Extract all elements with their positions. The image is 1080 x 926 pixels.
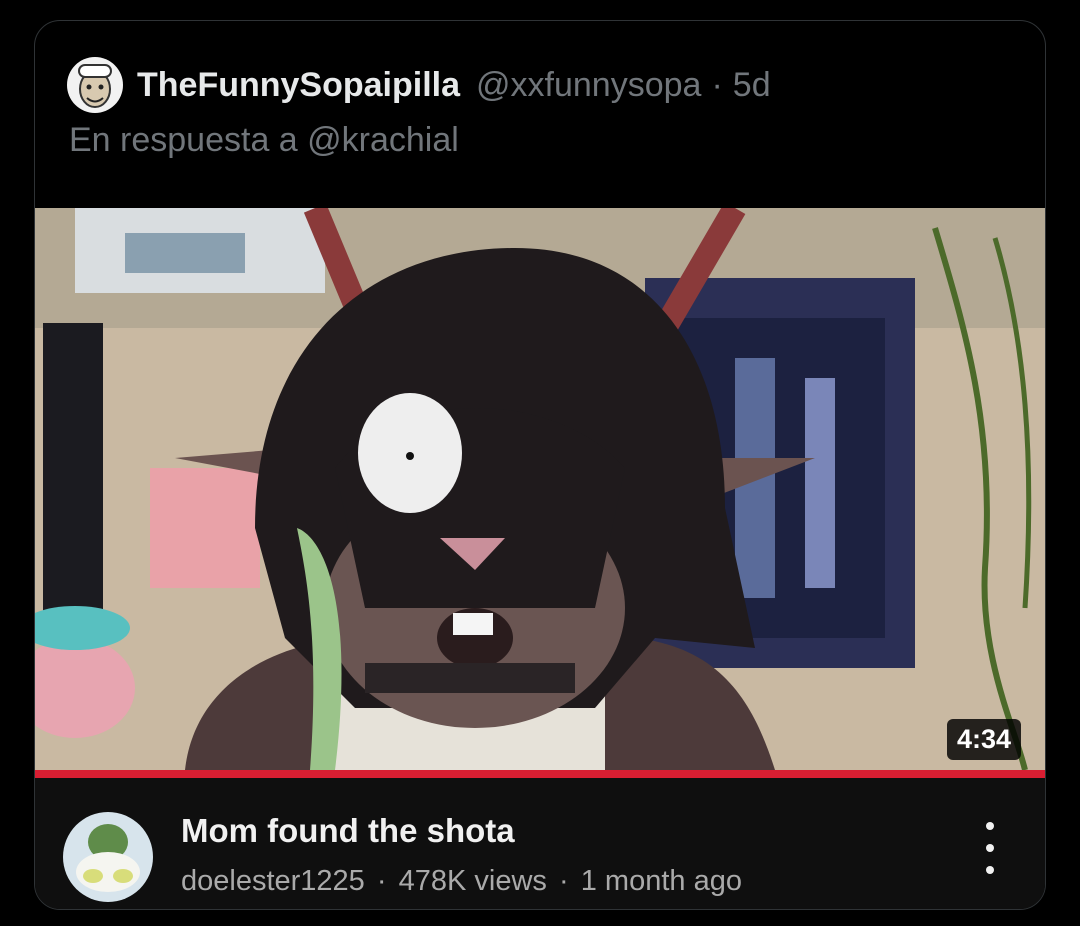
- author-avatar[interactable]: [67, 57, 123, 113]
- reply-context: En respuesta a @krachial: [69, 121, 459, 160]
- posted-time: 1 month ago: [580, 865, 742, 897]
- meta-separator: ·: [559, 865, 569, 897]
- channel-avatar[interactable]: [63, 812, 153, 902]
- tweet-age[interactable]: 5d: [733, 66, 771, 105]
- video-meta: doelester1225 · 478K views · 1 month ago: [181, 865, 746, 898]
- reply-prefix: En respuesta a: [69, 121, 298, 159]
- author-display-name[interactable]: TheFunnySopaipilla: [137, 66, 460, 105]
- tweet-card[interactable]: TheFunnySopaipilla @xxfunnysopa · 5d En …: [34, 20, 1046, 910]
- meta-separator: ·: [376, 865, 387, 897]
- menu-dot: [986, 822, 994, 830]
- separator-dot: ·: [711, 65, 723, 104]
- channel-name[interactable]: doelester1225: [181, 865, 365, 897]
- menu-dot: [986, 866, 994, 874]
- video-title[interactable]: Mom found the shota: [181, 812, 515, 850]
- youtube-embed[interactable]: 4:34 Mom found the shota doelester1225 ·…: [35, 208, 1045, 909]
- watch-progress-bar: [35, 770, 1045, 778]
- video-thumbnail[interactable]: 4:34: [35, 208, 1045, 770]
- vertical-ellipsis-icon[interactable]: [973, 822, 1007, 874]
- video-duration: 4:34: [946, 719, 1021, 760]
- tweet-header: TheFunnySopaipilla @xxfunnysopa · 5d: [67, 57, 771, 113]
- author-handle[interactable]: @xxfunnysopa: [476, 66, 701, 105]
- menu-dot: [986, 844, 994, 852]
- reply-mention[interactable]: @krachial: [307, 121, 459, 159]
- view-count: 478K views: [398, 865, 547, 897]
